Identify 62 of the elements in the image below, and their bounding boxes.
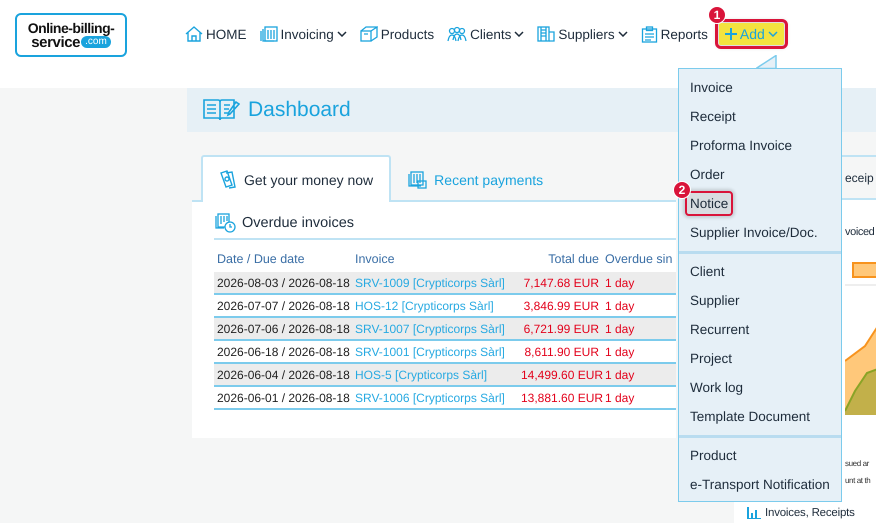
menu-item[interactable]: Template Document bbox=[685, 404, 816, 429]
column-header: Invoice bbox=[352, 248, 518, 272]
table-cell: 1 day bbox=[602, 363, 676, 386]
logo[interactable]: Online-billing- service .com bbox=[15, 13, 127, 57]
table-cell: 2026-06-01 / 2026-08-18 bbox=[214, 386, 352, 409]
menu-item[interactable]: Supplier Invoice/Doc. bbox=[685, 220, 823, 245]
column-header: Overdue sin bbox=[602, 248, 676, 272]
box-icon bbox=[360, 26, 378, 42]
note-text: sued ar bbox=[845, 458, 870, 470]
document-stack-icon bbox=[407, 170, 428, 188]
menu-item[interactable]: e-Transport Notification bbox=[685, 472, 835, 497]
menu-item[interactable]: Product bbox=[685, 443, 742, 468]
people-icon bbox=[447, 26, 468, 42]
table-cell: 2026-07-06 / 2026-08-18 bbox=[214, 317, 352, 340]
plus-icon bbox=[724, 28, 737, 40]
nav-link[interactable]: Clients bbox=[445, 23, 526, 45]
table-cell: 1 day bbox=[602, 317, 676, 340]
document-stack-icon bbox=[260, 26, 278, 42]
page-title: Dashboard bbox=[248, 98, 351, 122]
open-book-icon bbox=[202, 98, 240, 122]
table-cell: 14,499.60 EUR bbox=[518, 363, 602, 386]
menu-item[interactable]: Proforma Invoice bbox=[685, 133, 798, 158]
column-header: Total due bbox=[518, 248, 602, 272]
table-cell: 1 day bbox=[602, 272, 676, 294]
section-title: voiced bbox=[845, 226, 876, 240]
menu-item[interactable]: Work log bbox=[685, 375, 748, 400]
nav-link[interactable]: HOME bbox=[183, 23, 248, 45]
menu-item[interactable]: Receipt bbox=[685, 104, 741, 129]
logo-text: service bbox=[31, 34, 80, 50]
table-cell: 7,147.68 EUR bbox=[518, 272, 602, 294]
step-badge: 1 bbox=[708, 6, 726, 24]
table-cell: 2026-08-03 / 2026-08-18 bbox=[214, 272, 352, 294]
column-header: Date / Due date bbox=[214, 248, 352, 272]
nav-link[interactable]: Reports bbox=[638, 22, 710, 46]
house-icon bbox=[185, 26, 203, 42]
step-badge: 2 bbox=[673, 181, 691, 199]
tab[interactable]: eceip bbox=[845, 170, 874, 184]
nav-link[interactable]: Invoicing bbox=[258, 23, 349, 45]
menu-item[interactable]: Supplier bbox=[685, 288, 745, 313]
note-text: unt at th bbox=[845, 475, 872, 487]
legend-swatch bbox=[852, 262, 876, 278]
nav-link[interactable]: Suppliers bbox=[535, 23, 630, 45]
building-icon bbox=[537, 26, 556, 42]
logo-text: Online-billing- bbox=[28, 20, 114, 34]
logo-domain-badge: .com bbox=[81, 36, 111, 48]
table-cell: 1 day bbox=[602, 386, 676, 409]
table-cell: 13,881.60 EUR bbox=[518, 386, 602, 409]
nav-link[interactable]: Products bbox=[358, 23, 436, 45]
money-icon bbox=[219, 170, 237, 190]
bar-chart-icon bbox=[747, 507, 761, 519]
invoice-clock-icon bbox=[214, 213, 236, 233]
table-cell: 6,721.99 EUR bbox=[518, 317, 602, 340]
menu-item[interactable]: Project bbox=[685, 346, 738, 371]
menu-item[interactable]: Client bbox=[685, 259, 730, 284]
section-title: Invoices, Receipts bbox=[765, 507, 855, 519]
menu-item[interactable]: Notice bbox=[685, 191, 734, 216]
menu-item[interactable]: Invoice bbox=[685, 75, 738, 100]
section-title: Overdue invoices bbox=[242, 215, 354, 231]
tab[interactable]: Get your money now bbox=[201, 155, 392, 202]
menu-item[interactable]: Recurrent bbox=[685, 317, 754, 342]
table-cell: 2026-06-04 / 2026-08-18 bbox=[214, 363, 352, 386]
clipboard-icon bbox=[640, 26, 658, 42]
